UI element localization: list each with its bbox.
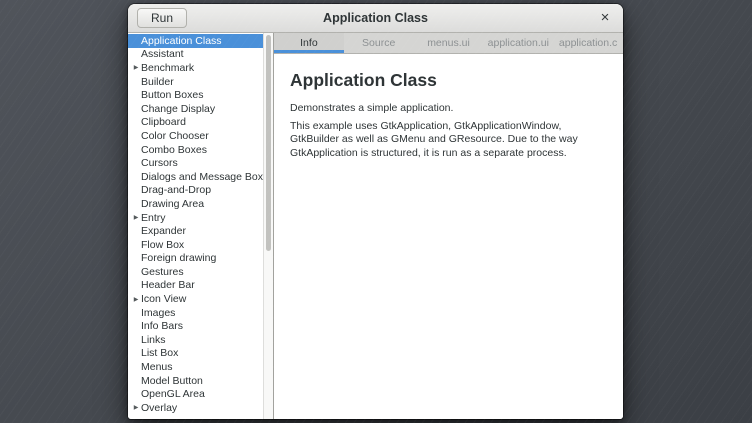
sidebar-item-images[interactable]: Images — [128, 306, 263, 320]
sidebar-item-label: Clipboard — [141, 116, 186, 128]
sidebar-item-label: Combo Boxes — [141, 144, 207, 156]
sidebar-item-label: Links — [141, 334, 166, 346]
sidebar-item-label: Cursors — [141, 157, 178, 169]
sidebar-item-expander[interactable]: Expander — [128, 224, 263, 238]
sidebar-item-button-boxes[interactable]: Button Boxes — [128, 88, 263, 102]
sidebar-scrollbar[interactable] — [263, 33, 273, 419]
expander-arrow-icon[interactable]: ▶ — [131, 214, 141, 221]
gtk-demo-window: Run Application Class × Application Clas… — [128, 4, 623, 419]
sidebar-list: Application ClassAssistant▶BenchmarkBuil… — [128, 33, 263, 419]
run-button[interactable]: Run — [137, 8, 187, 28]
expander-arrow-icon[interactable]: ▶ — [131, 404, 141, 411]
sidebar-item-clipboard[interactable]: Clipboard — [128, 116, 263, 130]
sidebar-item-links[interactable]: Links — [128, 333, 263, 347]
sidebar-item-benchmark[interactable]: ▶Benchmark — [128, 61, 263, 75]
content-area: Application Class Demonstrates a simple … — [274, 54, 623, 419]
close-icon[interactable]: × — [596, 9, 614, 27]
tab-source[interactable]: Source — [344, 33, 414, 53]
sidebar-item-label: Benchmark — [141, 62, 194, 74]
description-line: Demonstrates a simple application. — [290, 102, 605, 116]
description-paragraph: This example uses GtkApplication, GtkApp… — [290, 120, 605, 161]
sidebar-item-application-class[interactable]: Application Class — [128, 34, 263, 48]
sidebar-item-opengl-area[interactable]: OpenGL Area — [128, 387, 263, 401]
sidebar-item-label: Application Class — [141, 35, 222, 47]
sidebar-item-menus[interactable]: Menus — [128, 360, 263, 374]
sidebar-item-label: Gestures — [141, 266, 184, 278]
sidebar-item-label: Flow Box — [141, 239, 184, 251]
sidebar-item-header-bar[interactable]: Header Bar — [128, 279, 263, 293]
sidebar-item-label: Color Chooser — [141, 130, 209, 142]
expander-arrow-icon[interactable]: ▶ — [131, 296, 141, 303]
sidebar-item-drawing-area[interactable]: Drawing Area — [128, 197, 263, 211]
sidebar-item-label: Icon View — [141, 293, 186, 305]
sidebar-item-icon-view[interactable]: ▶Icon View — [128, 292, 263, 306]
desktop-background: Run Application Class × Application Clas… — [0, 0, 752, 423]
tab-application-c[interactable]: application.c — [553, 33, 623, 53]
headerbar: Run Application Class × — [128, 4, 623, 33]
sidebar-item-label: Assistant — [141, 48, 184, 60]
sidebar-item-gestures[interactable]: Gestures — [128, 265, 263, 279]
sidebar-item-color-chooser[interactable]: Color Chooser — [128, 129, 263, 143]
sidebar-item-entry[interactable]: ▶Entry — [128, 211, 263, 225]
sidebar-item-label: Entry — [141, 212, 166, 224]
sidebar-item-label: Menus — [141, 361, 173, 373]
sidebar-item-drag-and-drop[interactable]: Drag-and-Drop — [128, 184, 263, 198]
sidebar-item-label: Button Boxes — [141, 89, 203, 101]
page-title: Application Class — [290, 70, 605, 91]
sidebar-item-label: List Box — [141, 347, 178, 359]
tab-application-ui[interactable]: application.ui — [483, 33, 553, 53]
sidebar-item-assistant[interactable]: Assistant — [128, 48, 263, 62]
scrollbar-thumb[interactable] — [266, 35, 271, 251]
sidebar-item-label: Change Display — [141, 103, 215, 115]
window-body: Application ClassAssistant▶BenchmarkBuil… — [128, 33, 623, 419]
sidebar-item-dialogs-and-message-boxes[interactable]: Dialogs and Message Boxes — [128, 170, 263, 184]
sidebar-item-label: Model Button — [141, 375, 203, 387]
sidebar-item-info-bars[interactable]: Info Bars — [128, 319, 263, 333]
sidebar-item-label: Header Bar — [141, 279, 195, 291]
sidebar-item-label: Dialogs and Message Boxes — [141, 171, 263, 183]
sidebar-item-label: OpenGL Area — [141, 388, 205, 400]
expander-arrow-icon[interactable]: ▶ — [131, 64, 141, 71]
tab-bar: InfoSourcemenus.uiapplication.uiapplicat… — [274, 33, 623, 54]
tab-menus-ui[interactable]: menus.ui — [414, 33, 484, 53]
sidebar-item-label: Expander — [141, 225, 186, 237]
sidebar-item-cursors[interactable]: Cursors — [128, 156, 263, 170]
sidebar-item-foreign-drawing[interactable]: Foreign drawing — [128, 252, 263, 266]
sidebar-item-flow-box[interactable]: Flow Box — [128, 238, 263, 252]
sidebar-item-label: Builder — [141, 76, 174, 88]
sidebar-item-overlay[interactable]: ▶Overlay — [128, 401, 263, 415]
window-title: Application Class — [128, 11, 623, 25]
sidebar-item-label: Foreign drawing — [141, 252, 216, 264]
sidebar-item-model-button[interactable]: Model Button — [128, 374, 263, 388]
sidebar-item-label: Overlay — [141, 402, 177, 414]
sidebar-item-label: Images — [141, 307, 175, 319]
sidebar-item-list-box[interactable]: List Box — [128, 347, 263, 361]
main-panel: InfoSourcemenus.uiapplication.uiapplicat… — [274, 33, 623, 419]
tab-info[interactable]: Info — [274, 33, 344, 53]
sidebar-item-label: Info Bars — [141, 320, 183, 332]
sidebar: Application ClassAssistant▶BenchmarkBuil… — [128, 33, 274, 419]
sidebar-item-builder[interactable]: Builder — [128, 75, 263, 89]
sidebar-item-change-display[interactable]: Change Display — [128, 102, 263, 116]
sidebar-item-combo-boxes[interactable]: Combo Boxes — [128, 143, 263, 157]
sidebar-item-label: Drag-and-Drop — [141, 184, 211, 196]
sidebar-item-label: Drawing Area — [141, 198, 204, 210]
